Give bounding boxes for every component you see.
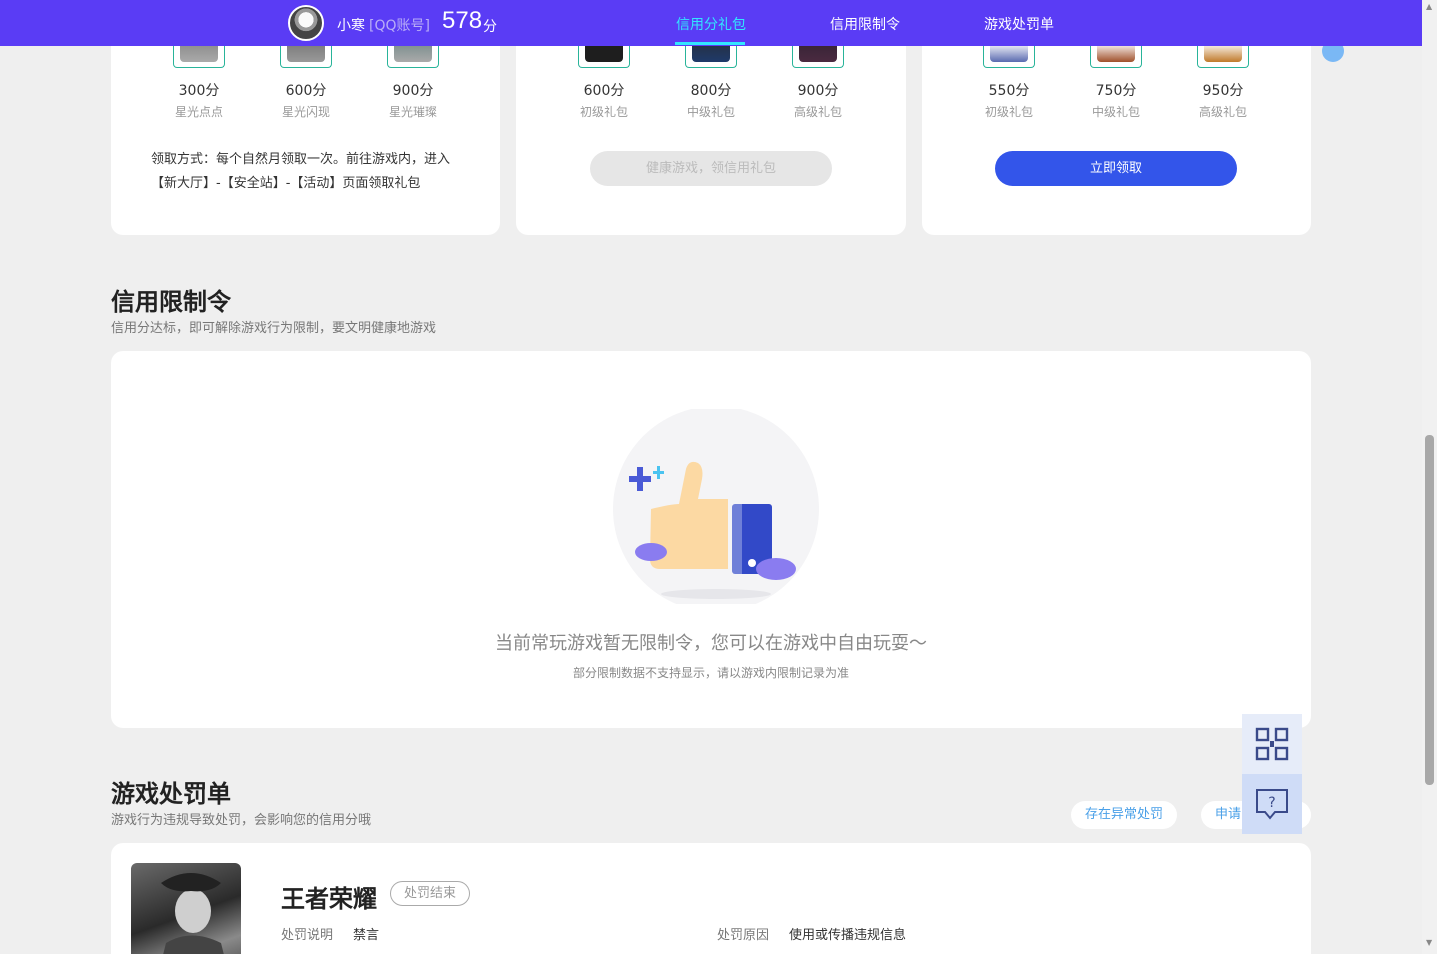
- gift-points: 750分: [1095, 83, 1137, 99]
- penalty-desc-value: 禁言: [353, 928, 380, 943]
- game-name: 王者荣耀: [281, 885, 377, 913]
- gift-points: 900分: [797, 83, 839, 99]
- gift-points: 300分: [178, 83, 220, 99]
- gift-label: 初级礼包: [984, 105, 1033, 119]
- gift-label: 星光点点: [174, 105, 223, 119]
- claim-instructions: 领取方式：每个自然月领取一次。前往游戏内，进入【新大厅】-【安全站】-【活动】页…: [151, 152, 451, 191]
- top-nav-bar: 小寒 [QQ账号] 578 分 信用分礼包 信用限制令 游戏处罚单: [0, 0, 1422, 46]
- tab-credit-restriction[interactable]: 信用限制令: [830, 14, 900, 34]
- scrollbar-thumb[interactable]: [1425, 435, 1434, 785]
- tab-game-penalty[interactable]: 游戏处罚单: [984, 14, 1054, 34]
- scroll-down-icon[interactable]: ▼: [1426, 938, 1432, 947]
- svg-text:?: ?: [1268, 795, 1275, 811]
- section-title-restriction: 信用限制令: [111, 288, 231, 316]
- thumbs-up-illustration: [613, 409, 819, 604]
- active-tab-indicator: [675, 42, 745, 45]
- gift-label: 星光璀璨: [388, 105, 437, 119]
- tab-credit-gift[interactable]: 信用分礼包: [676, 14, 746, 34]
- empty-state-message: 当前常玩游戏暂无限制令，您可以在游戏中自由玩耍～: [495, 633, 927, 654]
- gift-points: 600分: [583, 83, 625, 99]
- claim-button-disabled: 健康游戏，领信用礼包: [590, 151, 832, 186]
- gift-label: 星光闪现: [281, 105, 330, 119]
- gift-label: 高级礼包: [1198, 105, 1247, 119]
- penalty-reason-value: 使用或传播违规信息: [789, 928, 907, 943]
- gift-points: 900分: [392, 83, 434, 99]
- gift-points: 550分: [988, 83, 1030, 99]
- avatar[interactable]: [288, 5, 324, 41]
- gift-points: 800分: [690, 83, 732, 99]
- qr-code-button[interactable]: [1242, 714, 1302, 774]
- gift-label: 初级礼包: [579, 105, 628, 119]
- credit-score: 578: [442, 7, 483, 34]
- account-type: [QQ账号]: [369, 18, 430, 34]
- question-icon: ?: [1256, 789, 1288, 820]
- penalty-card: 王者荣耀 处罚结束 处罚说明 禁言 处罚原因 使用或传播违规信息: [111, 843, 1311, 954]
- game-cover-image: [131, 863, 241, 954]
- section-title-penalty: 游戏处罚单: [111, 780, 231, 808]
- section-subtitle-restriction: 信用分达标，即可解除游戏行为限制，要文明健康地游戏: [111, 321, 437, 336]
- gift-label: 中级礼包: [686, 105, 735, 119]
- empty-state-note: 部分限制数据不支持显示，请以游戏内限制记录为准: [572, 666, 849, 680]
- abnormal-penalty-button[interactable]: 存在异常处罚: [1071, 801, 1178, 829]
- section-subtitle-penalty: 游戏行为违规导致处罚，会影响您的信用分哦: [111, 813, 372, 828]
- username: 小寒: [337, 18, 365, 34]
- status-badge: 处罚结束: [390, 881, 471, 906]
- scroll-up-icon[interactable]: ▲: [1426, 2, 1432, 11]
- qr-code-icon: [1255, 727, 1289, 761]
- help-button[interactable]: ?: [1242, 774, 1302, 834]
- credit-score-unit: 分: [483, 19, 497, 35]
- floating-toolbar: ?: [1242, 714, 1302, 834]
- gift-label: 中级礼包: [1091, 105, 1140, 119]
- gift-label: 高级礼包: [793, 105, 842, 119]
- gift-points: 600分: [285, 83, 327, 99]
- gift-points: 950分: [1202, 83, 1244, 99]
- restriction-empty-card: 当前常玩游戏暂无限制令，您可以在游戏中自由玩耍～ 部分限制数据不支持显示，请以游…: [111, 351, 1311, 728]
- penalty-desc-label: 处罚说明: [281, 928, 334, 943]
- penalty-reason-label: 处罚原因: [717, 928, 770, 943]
- claim-now-button[interactable]: 立即领取: [995, 151, 1237, 186]
